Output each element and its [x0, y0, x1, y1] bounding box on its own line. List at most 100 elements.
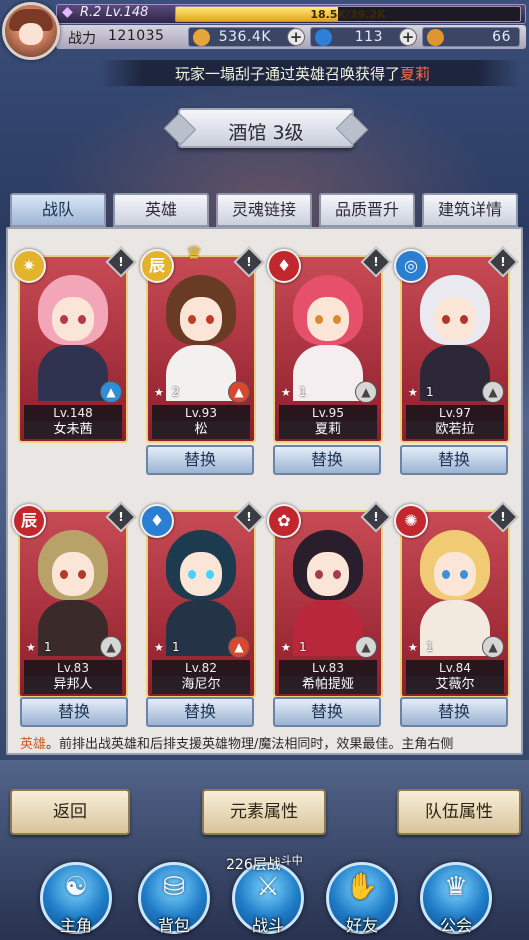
hero-helmet-icon: ☯	[64, 872, 88, 902]
hero-eye	[206, 315, 214, 324]
wind-element-icon: ◎	[394, 249, 428, 283]
hero-card[interactable]: ★ 1 ▲ Lv.95 夏莉 ♦ !	[267, 246, 392, 443]
hero-level: Lv.83	[24, 660, 122, 676]
hero-portrait	[279, 261, 377, 401]
tab-building-details[interactable]: 建筑详情	[422, 193, 518, 227]
hero-face	[180, 297, 222, 341]
hint-body: 。前排出战英雄和后排支援英雄物理/魔法相同时，效果最佳。主角右侧	[46, 737, 454, 752]
battle-floor-suffix: 斗中	[280, 854, 303, 867]
gold-value: 536.4K	[218, 29, 271, 45]
hero-eye	[188, 570, 196, 579]
hero-level: Lv.95	[279, 405, 377, 421]
hero-star-icon: ★	[408, 386, 418, 399]
hero-portrait	[152, 261, 250, 401]
hero-level: Lv.97	[406, 405, 504, 421]
hero-star-icon: ★	[281, 641, 291, 654]
hero-face	[307, 552, 349, 596]
tab-heroes[interactable]: 英雄	[113, 193, 209, 227]
team-hint-text: 英雄。前排出战英雄和后排支援英雄物理/魔法相同时，效果最佳。主角右侧	[20, 733, 520, 753]
hero-star-count: 1	[299, 640, 307, 654]
hero-level: Lv.93	[152, 405, 250, 421]
swap-button[interactable]: 替换	[146, 697, 254, 727]
hero-card[interactable]: ★ 1 ▲ Lv.97 欧若拉 ◎ !	[394, 246, 519, 443]
hero-eye	[333, 570, 341, 579]
hero-level: Lv.82	[152, 660, 250, 676]
swap-button[interactable]: 替换	[400, 445, 508, 475]
hero-eye	[60, 315, 68, 324]
hero-card[interactable]: ★ 2 ▲ Lv.93 松 ⾠ !	[140, 246, 265, 443]
exp-bar: 18.5K/39.2K	[175, 6, 521, 22]
hero-name: 海尼尔	[152, 676, 250, 694]
add-gold-button[interactable]: +	[287, 28, 305, 46]
player-avatar[interactable]	[2, 2, 60, 60]
hero-portrait	[279, 516, 377, 656]
hero-eye	[333, 315, 341, 324]
hero-star-icon: ★	[408, 641, 418, 654]
hero-face	[307, 297, 349, 341]
tab-quality-promotion[interactable]: 品质晋升	[319, 193, 415, 227]
hero-portrait	[406, 516, 504, 656]
hero-star-icon: ★	[281, 386, 291, 399]
hero-portrait	[152, 516, 250, 656]
handshake-icon: ✋	[345, 872, 379, 902]
power-label: 战力	[68, 31, 96, 47]
nav-item-hero-helmet[interactable]: ☯ 主角	[36, 858, 116, 940]
hero-eye	[78, 570, 86, 579]
guild-emblem-icon: ♛	[444, 872, 468, 902]
top-bar: ◆ R.2 Lv.148 18.5K/39.2K 战力 121035 536.4…	[0, 0, 529, 60]
leader-crown-icon: ♛	[186, 243, 203, 264]
hero-portrait	[406, 261, 504, 401]
ticket-resource: 66	[422, 27, 520, 47]
hero-name: 夏莉	[279, 421, 377, 439]
hero-face	[52, 297, 94, 341]
element-attributes-button[interactable]: 元素属性	[202, 789, 326, 835]
swap-button[interactable]: 替换	[20, 697, 128, 727]
ticket-icon	[427, 29, 444, 46]
hero-face	[434, 297, 476, 341]
swap-button[interactable]: 替换	[146, 445, 254, 475]
nav-item-handshake[interactable]: ✋ 好友	[322, 858, 402, 940]
backpack-icon: ⛁	[163, 872, 185, 902]
hero-card[interactable]: ★ 1 ▲ Lv.84 艾薇尔 ✺ !	[394, 501, 519, 698]
ticket-value: 66	[492, 29, 511, 45]
blue-gem-icon	[315, 29, 332, 46]
gold-coin-icon	[193, 29, 210, 46]
exp-text: 18.5K/39.2K	[310, 8, 386, 21]
hero-portrait	[24, 516, 122, 656]
hero-card[interactable]: ★ 1 ▲ Lv.82 海尼尔 ♦ !	[140, 501, 265, 698]
rank-level-text: R.2 Lv.148	[80, 5, 149, 20]
add-gem-button[interactable]: +	[399, 28, 417, 46]
fire-role-icon: ▲	[228, 636, 250, 658]
hint-highlight: 英雄	[20, 737, 47, 752]
neutral-role-icon: ▲	[482, 636, 504, 658]
hero-level: Lv.83	[279, 660, 377, 676]
crossed-swords-icon: ⚔	[256, 872, 280, 902]
hero-name: 异邦人	[24, 676, 122, 694]
neutral-role-icon: ▲	[482, 381, 504, 403]
nav-label: 公会	[439, 916, 472, 935]
hero-star-icon: ★	[154, 641, 164, 654]
dark-element-icon: ⾠	[140, 249, 174, 283]
team-attributes-button[interactable]: 队伍属性	[397, 789, 521, 835]
hero-name: 希帕提娅	[279, 676, 377, 694]
nav-label: 战斗	[251, 916, 284, 935]
swap-button[interactable]: 替换	[273, 445, 381, 475]
swap-button[interactable]: 替换	[400, 697, 508, 727]
tab-team[interactable]: 战队	[10, 193, 106, 227]
tab-soul-link[interactable]: 灵魂链接	[216, 193, 312, 227]
battle-floor-status: 226层战斗中	[226, 854, 303, 874]
back-button[interactable]: 返回	[10, 789, 130, 835]
hero-star-count: 1	[426, 385, 434, 399]
nav-item-guild-emblem[interactable]: ♛ 公会	[416, 858, 496, 940]
hero-card[interactable]: ▲ Lv.148 女未茜 ✷ !	[12, 246, 137, 443]
hero-outfit	[38, 345, 108, 401]
swap-button[interactable]: 替换	[273, 697, 381, 727]
hero-card[interactable]: ★ 1 ▲ Lv.83 希帕提娅 ✿ !	[267, 501, 392, 698]
neutral-role-icon: ▲	[100, 636, 122, 658]
hero-face	[52, 552, 94, 596]
gold-resource: 536.4K +	[188, 27, 305, 47]
nav-item-backpack[interactable]: ⛁ 背包	[134, 858, 214, 940]
water-element-icon: ♦	[140, 504, 174, 538]
battle-floor-text: 226层战	[226, 857, 281, 873]
hero-card[interactable]: ★ 1 ▲ Lv.83 异邦人 ⾠ !	[12, 501, 137, 698]
